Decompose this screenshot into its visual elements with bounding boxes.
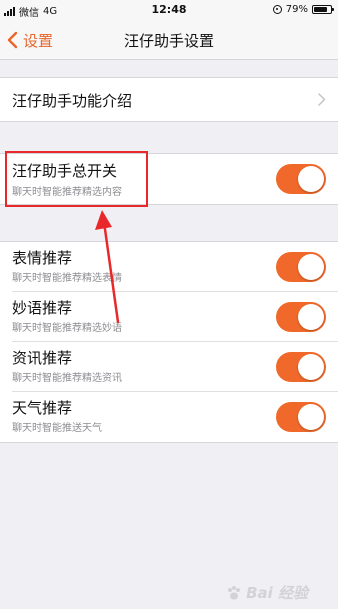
weather-recommend-toggle[interactable] [276, 402, 326, 432]
battery-icon [312, 5, 334, 14]
toggle-knob [298, 166, 324, 192]
orientation-lock-icon [272, 5, 282, 14]
intro-row-title: 汪仔助手功能介绍 [12, 92, 133, 110]
item-title: 表情推荐 [12, 249, 73, 267]
item-title: 资讯推荐 [12, 349, 73, 367]
toggle-knob [298, 304, 324, 330]
master-switch-toggle[interactable] [276, 164, 326, 194]
news-recommend-toggle[interactable] [276, 352, 326, 382]
item-subtitle: 聊天时智能推荐精选资讯 [12, 373, 122, 384]
list-item: 妙语推荐 聊天时智能推荐精选妙语 [0, 292, 338, 342]
annotation-arrow-icon [95, 210, 120, 324]
status-bar: 微信 4G 12:48 79% [0, 0, 338, 20]
battery-percent: 79% [285, 4, 308, 15]
navigation-bar: 设置 汪仔助手设置 [0, 20, 338, 60]
intro-row[interactable]: 汪仔助手功能介绍 [0, 78, 338, 121]
list-item: 天气推荐 聊天时智能推送天气 [0, 392, 338, 442]
item-subtitle: 聊天时智能推送天气 [12, 423, 102, 434]
battery-level [314, 7, 327, 12]
master-switch-title: 汪仔助手总开关 [12, 162, 118, 180]
watermark: Bai 经验 [226, 582, 308, 603]
master-switch-row: 汪仔助手总开关 聊天时智能推荐精选内容 [0, 154, 338, 204]
recommend-group: 表情推荐 聊天时智能推荐精选表情 妙语推荐 聊天时智能推荐精选妙语 资讯推荐 聊… [0, 241, 338, 443]
master-switch-subtitle: 聊天时智能推荐精选内容 [12, 187, 122, 198]
quotes-recommend-toggle[interactable] [276, 302, 326, 332]
item-title: 天气推荐 [12, 399, 73, 417]
status-right: 79% [272, 4, 334, 15]
item-title: 妙语推荐 [12, 299, 73, 317]
chevron-right-icon [318, 93, 326, 106]
emoji-recommend-toggle[interactable] [276, 252, 326, 282]
watermark-text: Bai 经验 [246, 584, 308, 602]
toggle-knob [298, 354, 324, 380]
toggle-knob [298, 254, 324, 280]
paw-icon [228, 585, 241, 599]
intro-group: 汪仔助手功能介绍 [0, 77, 338, 122]
master-switch-group: 汪仔助手总开关 聊天时智能推荐精选内容 [0, 153, 338, 205]
page-title: 汪仔助手设置 [123, 32, 214, 50]
toggle-knob [298, 404, 324, 430]
list-item: 资讯推荐 聊天时智能推荐精选资讯 [0, 342, 338, 392]
list-item: 表情推荐 聊天时智能推荐精选表情 [0, 242, 338, 292]
